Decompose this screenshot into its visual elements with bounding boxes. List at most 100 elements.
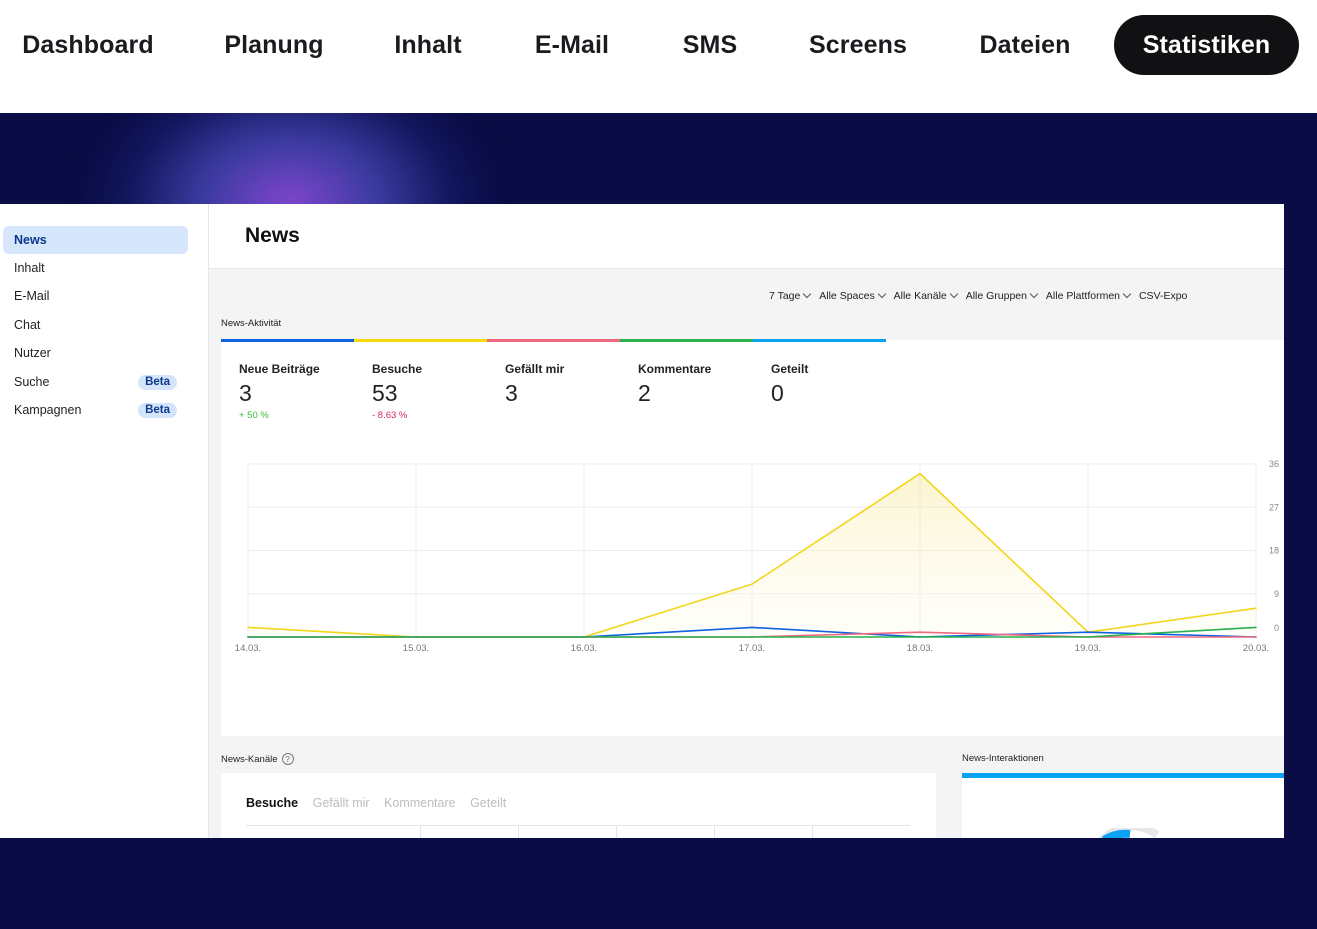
tab-statistiken[interactable]: Statistiken [1114, 15, 1299, 75]
tab-gefaellt-mir[interactable]: Gefällt mir [313, 796, 370, 810]
x-tick-label: 16.03. [571, 643, 597, 654]
metric-label: Gefällt mir [505, 362, 565, 376]
chevron-down-icon [1122, 289, 1132, 299]
chevron-down-icon [803, 289, 812, 299]
sidebar-item-chat[interactable]: Chat [3, 311, 188, 339]
tab-screens[interactable]: Screens [796, 15, 920, 75]
app-screenshot: News Inhalt E-Mail Chat Nutzer Suche Beta… [0, 204, 1284, 838]
sidebar-item-label: Inhalt [14, 261, 45, 275]
sidebar-item-suche[interactable]: Suche Beta [3, 368, 188, 396]
tab-inhalt[interactable]: Inhalt [378, 15, 478, 75]
metric-label: Besuche [372, 362, 423, 376]
interactions-accent-bar [962, 773, 1284, 778]
sidebar-item-label: News [14, 233, 47, 247]
metric-value: 0 [771, 380, 784, 406]
filter-channels[interactable]: Alle Kanäle [893, 289, 959, 302]
metric-change: + 50 % [239, 410, 269, 421]
table-divider [616, 826, 617, 838]
metric-gefaellt-mir[interactable]: Gefällt mir 3 [505, 362, 564, 407]
data-point [919, 472, 921, 475]
tab-planung[interactable]: Planung [204, 15, 344, 75]
donut-chart-partial [1099, 828, 1160, 838]
metric-besuche[interactable]: Besuche 53 - 8.63 % [372, 362, 422, 421]
metric-label: Geteilt [771, 362, 809, 376]
data-point [247, 636, 249, 638]
tab-sms[interactable]: SMS [665, 15, 755, 75]
metric-neue-beitraege[interactable]: Neue Beiträge 3 + 50 % [239, 362, 320, 421]
channel-tabs: Besuche Gefällt mir Kommentare Geteilt [246, 796, 517, 810]
x-tick-label: 15.03. [403, 643, 429, 654]
data-point [751, 583, 753, 585]
csv-export-button[interactable]: CSV-Expo [1139, 290, 1187, 302]
sidebar-item-label: Suche [14, 375, 50, 389]
sidebar-item-email[interactable]: E-Mail [3, 282, 188, 310]
filter-label: Alle Spaces [819, 290, 875, 302]
tab-email[interactable]: E-Mail [518, 15, 626, 75]
filter-platforms[interactable]: Alle Plattformen [1045, 289, 1132, 302]
x-tick-label: 18.03. [907, 643, 933, 654]
sidebar-item-label: Nutzer [14, 346, 51, 360]
x-tick-label: 20.03. [1243, 643, 1269, 654]
sidebar-item-news[interactable]: News [3, 226, 188, 254]
help-icon[interactable]: ? [281, 753, 294, 765]
table-divider [812, 826, 813, 838]
channels-label-text: News-Kanäle [221, 754, 278, 765]
x-tick-label: 17.03. [739, 643, 765, 654]
tab-kommentare[interactable]: Kommentare [384, 796, 456, 810]
beta-badge: Beta [138, 403, 177, 418]
tab-dateien[interactable]: Dateien [964, 15, 1086, 75]
sidebar-item-kampagnen[interactable]: Kampagnen Beta [3, 396, 188, 424]
x-tick-label: 19.03. [1075, 643, 1101, 654]
y-tick-label: 18 [1269, 546, 1279, 556]
filter-range[interactable]: 7 Tage [769, 289, 812, 302]
chevron-down-icon [877, 289, 886, 299]
data-point [415, 636, 417, 638]
filter-label: Alle Plattformen [1045, 290, 1121, 302]
filter-spaces[interactable]: Alle Spaces [819, 289, 886, 302]
y-tick-label: 0 [1274, 623, 1279, 633]
filter-bar: 7 Tage Alle Spaces Alle Kanäle Alle Grup… [769, 289, 1284, 306]
page-title: News [245, 224, 300, 247]
filter-label: Alle Gruppen [965, 290, 1027, 302]
data-point [1255, 626, 1257, 629]
metric-label: Neue Beiträge [239, 362, 320, 376]
bar-neue-beitraege [221, 339, 354, 342]
tab-geteilt[interactable]: Geteilt [470, 796, 506, 810]
sidebar-item-inhalt[interactable]: Inhalt [3, 254, 188, 282]
metric-geteilt[interactable]: Geteilt 0 [771, 362, 808, 407]
filter-groups[interactable]: Alle Gruppen [965, 289, 1039, 302]
chevron-down-icon [949, 289, 959, 299]
y-tick-label: 27 [1269, 502, 1279, 512]
filter-label: Alle Kanäle [893, 290, 947, 302]
data-point [751, 626, 753, 629]
sidebar-item-label: Kampagnen [14, 403, 82, 417]
data-point [919, 631, 921, 633]
page-header: News [209, 204, 1284, 269]
metric-value: 3 [239, 380, 252, 406]
interactions-section-label: News-Interaktionen [962, 753, 1044, 764]
metric-label: Kommentare [638, 362, 712, 376]
data-point [1255, 607, 1257, 609]
tab-besuche[interactable]: Besuche [246, 796, 298, 810]
sidebar-item-label: E-Mail [14, 289, 50, 303]
metric-value: 3 [505, 380, 518, 406]
bar-gefaellt-mir [487, 339, 620, 342]
x-tick-label: 14.03. [235, 643, 261, 654]
table-divider [714, 826, 715, 838]
main-content: News 7 Tage Alle Spaces Alle Kanäle Alle… [209, 204, 1284, 838]
stats-sidebar: News Inhalt E-Mail Chat Nutzer Suche Beta… [0, 204, 209, 838]
interactions-card [962, 773, 1284, 838]
data-point [247, 626, 249, 629]
y-tick-label: 36 [1269, 459, 1279, 469]
metric-value: 2 [638, 380, 651, 406]
tab-dashboard[interactable]: Dashboard [8, 15, 168, 75]
data-point [1255, 636, 1257, 638]
top-navigation: Dashboard Planung Inhalt E-Mail SMS Scre… [0, 0, 1317, 113]
table-divider [420, 826, 421, 838]
metric-kommentare[interactable]: Kommentare 2 [638, 362, 711, 407]
sidebar-item-nutzer[interactable]: Nutzer [3, 339, 188, 367]
beta-badge: Beta [138, 375, 177, 390]
bar-besuche [354, 339, 487, 342]
chevron-down-icon [1029, 289, 1039, 299]
table-divider [518, 826, 519, 838]
